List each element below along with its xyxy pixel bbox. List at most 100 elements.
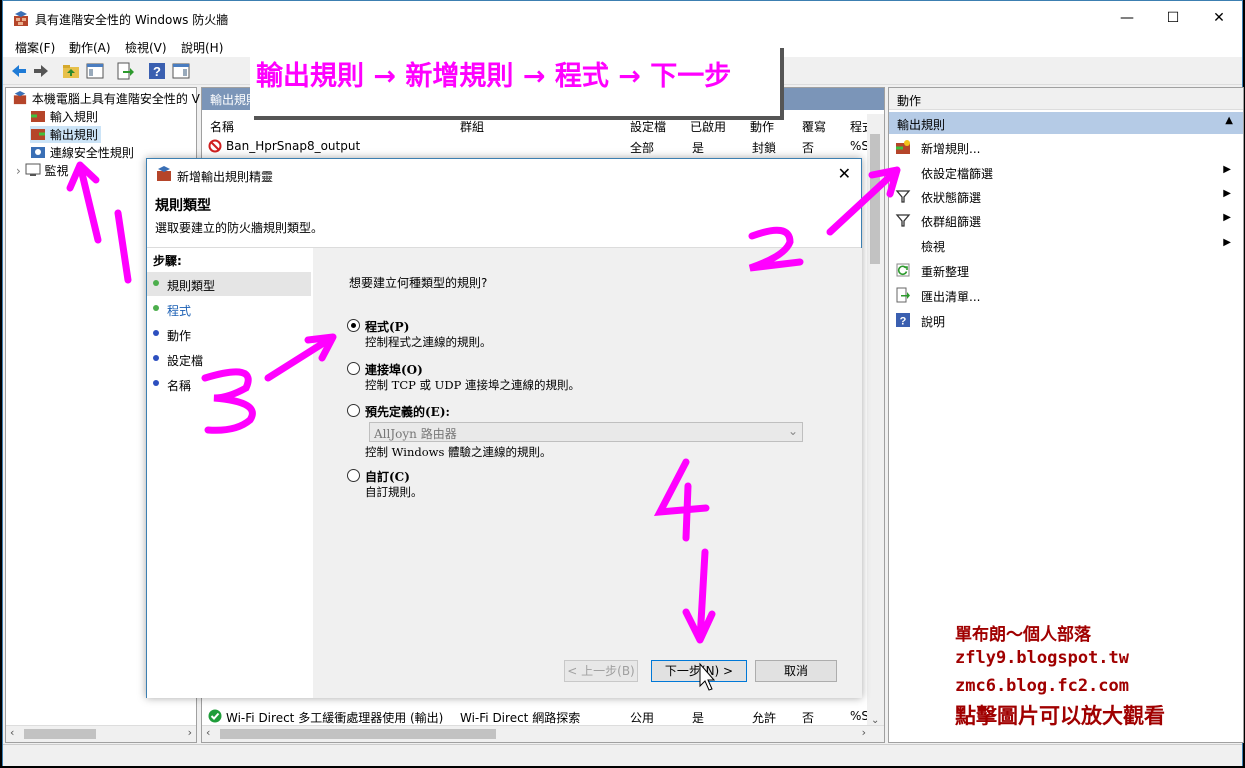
column-group[interactable]: 群組 <box>460 118 484 135</box>
option-description: 控制 TCP 或 UDP 連接埠之連線的規則。 <box>365 378 580 392</box>
step-pending-dot-icon <box>153 355 159 361</box>
option-program[interactable]: 程式(P) 控制程式之連線的規則。 <box>347 318 827 350</box>
dialog-subheading: 選取要建立的防火牆規則類型。 <box>155 221 324 235</box>
column-action[interactable]: 動作 <box>750 118 774 135</box>
action-filter-by-state[interactable]: 依狀態篩選 ▶ <box>889 185 1243 207</box>
menu-view[interactable]: 檢視(V) <box>125 39 167 56</box>
action-label: 匯出清單... <box>921 290 981 304</box>
tree-item-label: 連線安全性規則 <box>49 146 134 160</box>
export-list-icon[interactable] <box>115 61 135 81</box>
tree-root[interactable]: 本機電腦上具有進階安全性的 V <box>12 90 200 107</box>
refresh-icon <box>896 263 910 277</box>
blocked-icon <box>208 139 222 156</box>
action-refresh[interactable]: 重新整理 <box>889 259 1243 281</box>
help-icon[interactable]: ? <box>147 61 167 81</box>
blog-url-1: zfly9.blogspot.tw <box>955 648 1129 668</box>
rules-vertical-scrollbar[interactable]: ⌄ <box>867 114 884 726</box>
rules-horizontal-scrollbar[interactable]: ‹ › <box>202 725 884 742</box>
back-button[interactable]: < 上一步(B) <box>564 660 638 682</box>
scroll-right-icon[interactable]: › <box>188 726 192 739</box>
step-program: 程式 <box>147 297 311 321</box>
step-label: 設定檔 <box>167 354 204 368</box>
action-label: 新增規則... <box>921 142 981 156</box>
tree-item-inbound-rules[interactable]: 輸入規則 <box>30 108 98 125</box>
table-row[interactable]: Ban_HprSnap8_output 全部 是 封鎖 否 %S <box>202 138 884 156</box>
tree-item-label: 監視 <box>44 164 69 178</box>
tree-item-outbound-rules[interactable]: 輸出規則 <box>30 126 101 143</box>
option-predefined-desc: 控制 Windows 體驗之連線的規則。 <box>347 444 827 462</box>
radio-port[interactable] <box>347 362 360 375</box>
action-view[interactable]: 檢視 ▶ <box>889 234 1243 256</box>
new-rule-icon <box>896 140 910 154</box>
firewall-app-icon <box>14 11 28 26</box>
radio-predefined[interactable] <box>347 404 360 417</box>
tree-item-monitoring[interactable]: › 監視 <box>16 162 68 179</box>
show-hide-tree-icon[interactable] <box>85 61 105 81</box>
radio-program[interactable] <box>347 319 360 332</box>
rule-name: Wi-Fi Direct 多工緩衝處理器使用 (輸出) <box>226 711 444 725</box>
scroll-left-icon[interactable]: ‹ <box>206 726 210 739</box>
export-list-icon <box>896 287 910 303</box>
option-predefined[interactable]: 預先定義的(E): <box>347 403 827 421</box>
cancel-button[interactable]: 取消 <box>755 660 837 682</box>
table-row[interactable]: Wi-Fi Direct 多工緩衝處理器使用 (輸出) Wi-Fi Direct… <box>202 708 884 726</box>
menu-action[interactable]: 動作(A) <box>69 39 111 56</box>
column-enabled[interactable]: 已啟用 <box>690 118 726 135</box>
blog-note: 點擊圖片可以放大觀看 <box>955 703 1165 728</box>
maximize-button[interactable]: ☐ <box>1150 1 1196 35</box>
back-arrow-icon[interactable] <box>9 61 29 81</box>
scroll-right-icon[interactable]: › <box>862 726 866 739</box>
action-filter-by-group[interactable]: 依群組篩選 ▶ <box>889 209 1243 231</box>
wizard-steps: 步驟: 規則類型 程式 動作 設定檔 名稱 <box>147 248 313 698</box>
window-title: 具有進階安全性的 Windows 防火牆 <box>35 13 229 27</box>
action-filter-by-profile[interactable]: 依設定檔篩選 ▶ <box>889 161 1243 183</box>
folder-up-icon[interactable] <box>61 61 81 81</box>
scroll-thumb[interactable] <box>24 729 96 739</box>
step-pending-dot-icon <box>153 330 159 336</box>
dialog-close-icon[interactable]: ✕ <box>838 164 851 183</box>
next-button[interactable]: 下一步(N) > <box>651 660 747 682</box>
tutorial-banner: 輸出規則 → 新增規則 → 程式 → 下一步 <box>250 44 780 116</box>
scroll-left-icon[interactable]: ‹ <box>10 726 14 739</box>
radio-custom[interactable] <box>347 469 360 482</box>
show-hide-action-pane-icon[interactable] <box>171 61 191 81</box>
action-export-list[interactable]: 匯出清單... <box>889 284 1243 306</box>
collapse-triangle-icon[interactable]: ▲ <box>1225 115 1233 126</box>
rule-override: 否 <box>802 711 815 725</box>
close-button[interactable]: ✕ <box>1196 1 1242 35</box>
actions-header: 動作 <box>889 88 1243 110</box>
step-label: 名稱 <box>167 379 192 393</box>
action-new-rule[interactable]: 新增規則... <box>889 136 1243 158</box>
option-description: 控制 Windows 體驗之連線的規則。 <box>365 445 552 459</box>
option-port[interactable]: 連接埠(O) 控制 TCP 或 UDP 連接埠之連線的規則。 <box>347 361 827 393</box>
rule-enabled: 是 <box>692 141 705 155</box>
step-pending-dot-icon <box>153 380 159 386</box>
option-label: 自訂(C) <box>365 470 410 484</box>
option-label: 連接埠(O) <box>365 363 423 377</box>
action-label: 說明 <box>921 315 946 329</box>
actions-section-outbound[interactable]: 輸出規則 ▲ <box>889 112 1243 134</box>
column-name[interactable]: 名稱 <box>210 118 234 135</box>
tree-item-connection-security-rules[interactable]: 連線安全性規則 <box>30 144 134 161</box>
menu-file[interactable]: 檔案(F) <box>15 39 55 56</box>
minimize-button[interactable]: — <box>1104 1 1150 35</box>
rule-name: Ban_HprSnap8_output <box>226 139 361 153</box>
expand-chevron-icon[interactable]: › <box>16 164 21 178</box>
step-done-dot-icon <box>153 305 159 311</box>
dialog-body: 步驟: 規則類型 程式 動作 設定檔 名稱 想要建立何種類型的規則? 程式(P)… <box>147 247 862 698</box>
menu-help[interactable]: 說明(H) <box>181 39 223 56</box>
scroll-thumb[interactable] <box>870 134 880 264</box>
dialog-title: 新增輸出規則精靈 <box>177 170 274 184</box>
forward-arrow-icon[interactable] <box>31 61 51 81</box>
action-help[interactable]: ? 說明 <box>889 309 1243 331</box>
option-label: 預先定義的(E): <box>365 405 450 419</box>
tree-horizontal-scrollbar[interactable]: ‹ › <box>6 725 196 742</box>
option-custom[interactable]: 自訂(C) 自訂規則。 <box>347 468 827 500</box>
column-profile[interactable]: 設定檔 <box>630 118 666 135</box>
submenu-arrow-icon: ▶ <box>1223 212 1231 223</box>
submenu-arrow-icon: ▶ <box>1223 164 1231 175</box>
rule-profile: 全部 <box>630 141 655 155</box>
step-label: 動作 <box>167 329 192 343</box>
column-override[interactable]: 覆寫 <box>802 118 826 135</box>
scroll-thumb[interactable] <box>220 729 496 739</box>
